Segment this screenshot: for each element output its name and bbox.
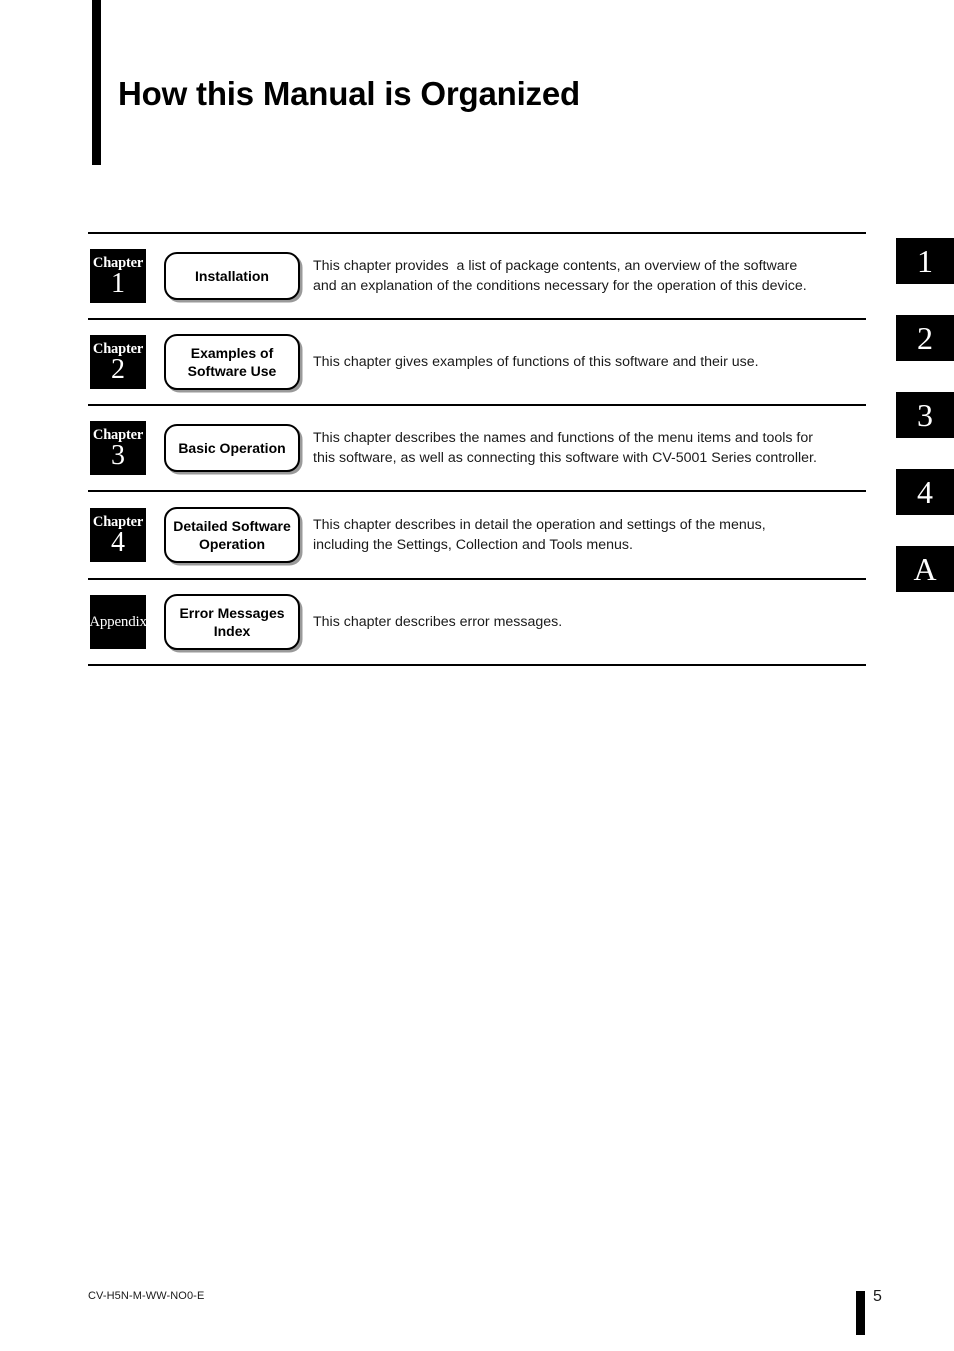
description-line: and an explanation of the conditions nec… <box>313 278 807 294</box>
chapter-title-text: Basic Operation <box>178 440 286 456</box>
chapter-badge-number: 2 <box>111 353 125 385</box>
description-line: this software, as well as connecting thi… <box>313 450 817 466</box>
appendix-badge: Appendix <box>90 595 146 649</box>
chapter-badge-number: 1 <box>111 267 125 299</box>
description-line: This chapter provides a list of package … <box>313 258 798 274</box>
description-line: This chapter gives examples of functions… <box>313 354 759 370</box>
chapter-title-box-5: Error Messages Index <box>164 594 300 650</box>
chapter-row: Chapter 2 Examples of Software Use This … <box>88 320 866 406</box>
footer-accent-bar <box>856 1291 865 1335</box>
chapter-description-4: This chapter describes in detail the ope… <box>313 515 866 555</box>
chapter-title-line: Detailed Software <box>173 518 291 534</box>
chapter-title-text: Examples of Software Use <box>170 344 294 380</box>
chapter-row: Appendix Error Messages Index This chapt… <box>88 580 866 666</box>
chapter-title-text: Installation <box>195 268 269 284</box>
chapter-description-3: This chapter describes the names and fun… <box>313 428 866 468</box>
thumb-tab-1: 1 <box>896 238 954 284</box>
chapter-badge-1: Chapter 1 <box>90 249 146 303</box>
description-line: This chapter describes in detail the ope… <box>313 517 766 533</box>
thumb-tab-strip: 1 2 3 4 A <box>896 238 954 623</box>
chapter-row: Chapter 3 Basic Operation This chapter d… <box>88 406 866 492</box>
thumb-tab-2: 2 <box>896 315 954 361</box>
chapter-title-line: Operation <box>198 536 266 552</box>
chapter-badge-number: 4 <box>111 526 125 558</box>
appendix-badge-word: Appendix <box>90 613 146 630</box>
document-code: CV-H5N-M-WW-NO0-E <box>88 1290 205 1302</box>
chapter-row: Chapter 4 Detailed Software Operation Th… <box>88 492 866 580</box>
chapter-badge-number: 3 <box>111 439 125 471</box>
chapter-title-box-3: Basic Operation <box>164 424 300 472</box>
chapter-description-5: This chapter describes error messages. <box>313 612 866 632</box>
chapter-row: Chapter 1 Installation This chapter prov… <box>88 234 866 320</box>
chapter-overview-table: Chapter 1 Installation This chapter prov… <box>88 232 866 666</box>
chapter-title-line: Examples of <box>190 345 274 361</box>
chapter-title-box-2: Examples of Software Use <box>164 334 300 390</box>
thumb-tab-3: 3 <box>896 392 954 438</box>
chapter-title-text: Detailed Software Operation <box>170 517 294 553</box>
description-line: This chapter describes the names and fun… <box>313 430 813 446</box>
chapter-title-line: Error Messages <box>179 605 285 621</box>
chapter-description-2: This chapter gives examples of functions… <box>313 352 866 372</box>
thumb-tab-a: A <box>896 546 954 592</box>
chapter-title-box-4: Detailed Software Operation <box>164 507 300 563</box>
chapter-badge-2: Chapter 2 <box>90 335 146 389</box>
chapter-title-line: Software Use <box>187 363 277 379</box>
chapter-badge-4: Chapter 4 <box>90 508 146 562</box>
page-title: How this Manual is Organized <box>118 75 580 113</box>
chapter-description-1: This chapter provides a list of package … <box>313 256 866 296</box>
chapter-badge-3: Chapter 3 <box>90 421 146 475</box>
page-number: 5 <box>873 1288 882 1305</box>
description-line: This chapter describes error messages. <box>313 614 563 630</box>
thumb-tab-4: 4 <box>896 469 954 515</box>
chapter-title-text: Error Messages Index <box>170 604 294 640</box>
description-line: including the Settings, Collection and T… <box>313 537 633 553</box>
chapter-title-line: Index <box>213 623 251 639</box>
chapter-title-box-1: Installation <box>164 252 300 300</box>
title-accent-bar <box>92 0 101 165</box>
